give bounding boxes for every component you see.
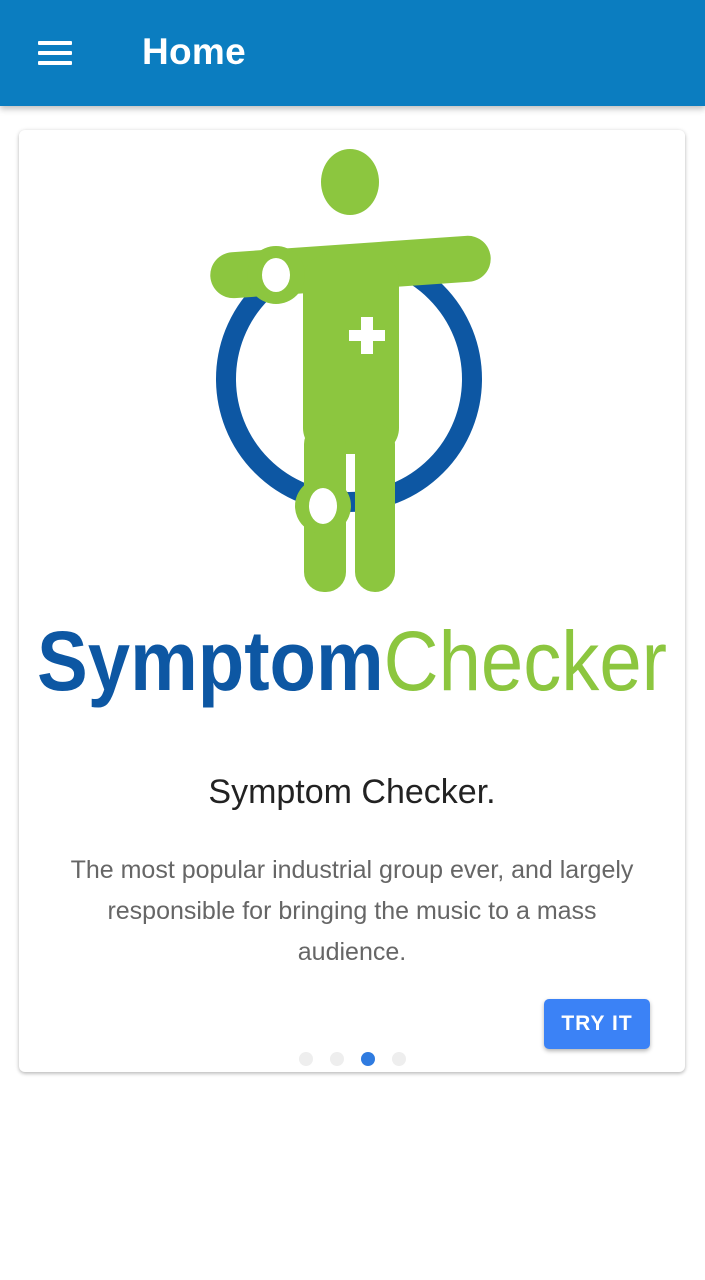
pager-dot-2[interactable]: [330, 1052, 344, 1066]
pager-dots: [299, 1050, 419, 1070]
logo-word-symptom: Symptom: [37, 614, 384, 708]
figure-torso: [303, 254, 399, 454]
slide-description: The most popular industrial group ever, …: [70, 856, 634, 966]
try-it-button[interactable]: TRY IT: [544, 999, 650, 1049]
logo-word-checker: Checker: [384, 614, 667, 708]
symptom-checker-logo: SymptomChecker: [19, 134, 685, 714]
figure-right-leg: [355, 424, 395, 592]
hamburger-menu-icon: [38, 41, 72, 65]
slide-card: SymptomChecker Symptom Checker. The most…: [19, 130, 685, 1072]
main-content: SymptomChecker Symptom Checker. The most…: [0, 106, 705, 1280]
pager-dot-3[interactable]: [361, 1052, 375, 1066]
app-bar: Home: [0, 0, 705, 106]
pager-dot-1[interactable]: [299, 1052, 313, 1066]
page-title: Home: [142, 31, 246, 72]
figure-head: [321, 149, 379, 215]
slide-title: Symptom Checker.: [208, 773, 496, 811]
menu-button[interactable]: [22, 22, 88, 84]
pager-dot-4[interactable]: [392, 1052, 406, 1066]
svg-text:SymptomChecker: SymptomChecker: [37, 614, 667, 708]
